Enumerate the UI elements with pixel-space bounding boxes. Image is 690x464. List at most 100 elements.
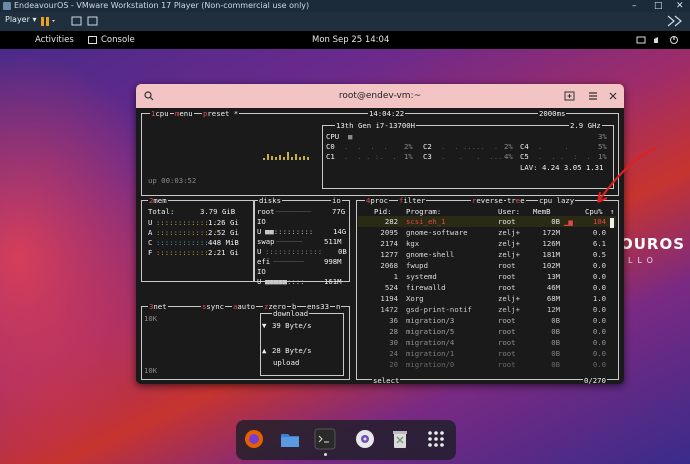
- preset-tab[interactable]: preset *: [202, 109, 240, 118]
- pause-icon[interactable]: [40, 16, 56, 27]
- terminal-window[interactable]: root@endev-vm:~ 1cpu menu preset * 14:04…: [136, 84, 624, 384]
- btop-terminal[interactable]: 1cpu menu preset * 14:04:22 2000ms up 00…: [136, 108, 624, 384]
- net-auto-toggle[interactable]: aauto: [232, 302, 256, 311]
- core-c5-label: C5: [520, 152, 529, 161]
- proc-cell-user: root: [498, 360, 516, 369]
- vm-toolbar-icons[interactable]: [70, 15, 110, 27]
- cpu-tab[interactable]: 1cpu: [150, 109, 170, 118]
- trash-icon[interactable]: [389, 428, 411, 450]
- hamburger-menu-icon[interactable]: [588, 91, 598, 101]
- proc-cell-pid: 2095: [380, 228, 398, 237]
- proc-header-pid[interactable]: Pid:: [374, 207, 392, 216]
- disc-icon[interactable]: [354, 428, 376, 450]
- new-tab-icon[interactable]: [564, 91, 575, 101]
- proc-cell-user: zelj+: [498, 294, 520, 303]
- proc-row[interactable]: 2095 gnome-software zelj+ 172M 0.0: [358, 227, 616, 238]
- cpu-frequency: 2.9 GHz: [569, 121, 602, 130]
- update-interval[interactable]: 2000ms: [538, 109, 567, 118]
- proc-row[interactable]: 30 migration/4 root 0B 0.0: [358, 337, 616, 348]
- activities-button[interactable]: Activities: [35, 31, 74, 49]
- proc-cell-prog: gsd-print-notif: [406, 305, 472, 314]
- mem-cached: 448 MiB: [208, 238, 239, 247]
- proc-row[interactable]: 524 firewalld root 46M 0.0: [358, 282, 616, 293]
- disks-tab[interactable]: disks: [258, 196, 282, 205]
- core-c2-pct: 2%: [504, 142, 513, 151]
- proc-cell-mem: 126M: [542, 239, 560, 248]
- mem-available-key: A: [148, 228, 153, 237]
- core-c1-label: C1: [326, 152, 335, 161]
- console-app-icon: [88, 36, 97, 44]
- search-icon[interactable]: [144, 91, 154, 101]
- disk-efi-used: 161M: [324, 277, 342, 286]
- core-c0-pct: 2%: [404, 142, 413, 151]
- proc-header-program[interactable]: Program:: [406, 207, 441, 216]
- player-menu[interactable]: Player ▾: [5, 15, 36, 24]
- net-tab[interactable]: 3net: [148, 302, 168, 311]
- proc-reverse-toggle[interactable]: reverse: [471, 196, 504, 205]
- disk-swap-line: ──────: [276, 237, 303, 246]
- proc-row[interactable]: 28 migration/5 root 0B 0.0: [358, 326, 616, 337]
- proc-tree-toggle[interactable]: tree: [506, 196, 526, 205]
- terminal-console-icon[interactable]: [314, 428, 336, 450]
- proc-cell-mem: 0B: [551, 327, 560, 336]
- console-app-menu[interactable]: Console: [101, 31, 135, 49]
- proc-cell-mem: 68M: [546, 294, 560, 303]
- proc-cell-cpu: 1.0: [592, 294, 606, 303]
- disk-efi-label: efi: [257, 257, 271, 266]
- proc-cell-pid: 1194: [380, 294, 398, 303]
- app-grid-icon[interactable]: [425, 428, 447, 450]
- proc-cell-prog: migration/1: [406, 349, 455, 358]
- maximize-button[interactable]: □: [654, 0, 663, 12]
- proc-cell-pid: 2068: [380, 261, 398, 270]
- core-c1-pct: 1%: [404, 152, 413, 161]
- proc-list[interactable]: 282 scsi_eh_1 root 0B 104 ▁▅ 2095 gnome-softwar…: [358, 216, 616, 370]
- proc-count: 0/270: [583, 376, 607, 384]
- chevron-down-icon: ▾: [32, 15, 37, 24]
- net-sync-toggle[interactable]: ssync: [201, 302, 225, 311]
- close-button[interactable]: ✕: [676, 0, 684, 12]
- close-icon[interactable]: [608, 91, 618, 101]
- minimize-button[interactable]: –: [632, 0, 637, 12]
- io-toggle[interactable]: io: [331, 196, 342, 205]
- clock[interactable]: Mon Sep 25 14:04: [312, 31, 389, 49]
- proc-cell-cpu: 0.0: [592, 283, 606, 292]
- mem-tab[interactable]: 2mem: [148, 196, 168, 205]
- proc-row[interactable]: 2174 kgx zelj+ 126M 6.1: [358, 238, 616, 249]
- desktop-brand-text: OUROS: [620, 235, 686, 253]
- proc-cell-user: root: [498, 261, 516, 270]
- core-c4-label: C4: [520, 142, 529, 151]
- system-tray-icons[interactable]: [636, 35, 686, 45]
- files-icon[interactable]: [279, 428, 301, 450]
- proc-row[interactable]: 1277 gnome-shell zelj+ 181M 0.5: [358, 249, 616, 260]
- proc-cell-cpu: 0.0: [592, 349, 606, 358]
- proc-tab[interactable]: 4proc: [365, 196, 389, 205]
- proc-cell-user: zelj+: [498, 305, 520, 314]
- proc-row[interactable]: 2068 fwupd root 102M 0.0: [358, 260, 616, 271]
- proc-row[interactable]: 20 migration/0 root 0B 0.0: [358, 359, 616, 370]
- disk-efi-line: ───────: [273, 257, 304, 266]
- firefox-icon[interactable]: [243, 428, 265, 450]
- menu-tab[interactable]: menu: [174, 109, 194, 118]
- proc-header-memb[interactable]: MemB: [533, 207, 551, 216]
- proc-cell-prog: fwupd: [406, 261, 428, 270]
- net-next-iface[interactable]: n: [335, 302, 342, 311]
- disk-swap-size: 511M: [324, 237, 342, 246]
- proc-header-user[interactable]: User:: [498, 207, 520, 216]
- proc-cell-user: zelj+: [498, 250, 520, 259]
- proc-cell-mem: 102M: [542, 261, 560, 270]
- proc-row[interactable]: 36 migration/3 root 0B 0.0: [358, 315, 616, 326]
- proc-cell-user: zelj+: [498, 228, 520, 237]
- proc-cell-user: zelj+: [498, 239, 520, 248]
- proc-row[interactable]: 1194 Xorg zelj+ 68M 1.0: [358, 293, 616, 304]
- proc-cell-cpu: 0.0: [592, 305, 606, 314]
- disk-swap-label: swap: [257, 237, 275, 246]
- proc-row[interactable]: 1 systemd root 13M 0.0: [358, 271, 616, 282]
- proc-cell-prog: migration/3: [406, 316, 455, 325]
- proc-filter[interactable]: filter: [398, 196, 427, 205]
- disk-root-used: 14G: [333, 227, 347, 236]
- fullscreen-icon[interactable]: [665, 15, 685, 27]
- net-scale-top: 10K: [144, 314, 158, 323]
- proc-row[interactable]: 24 migration/1 root 0B 0.0: [358, 348, 616, 359]
- proc-cell-cpu: 0.0: [592, 360, 606, 369]
- proc-row[interactable]: 1472 gsd-print-notif zelj+ 12M 0.0: [358, 304, 616, 315]
